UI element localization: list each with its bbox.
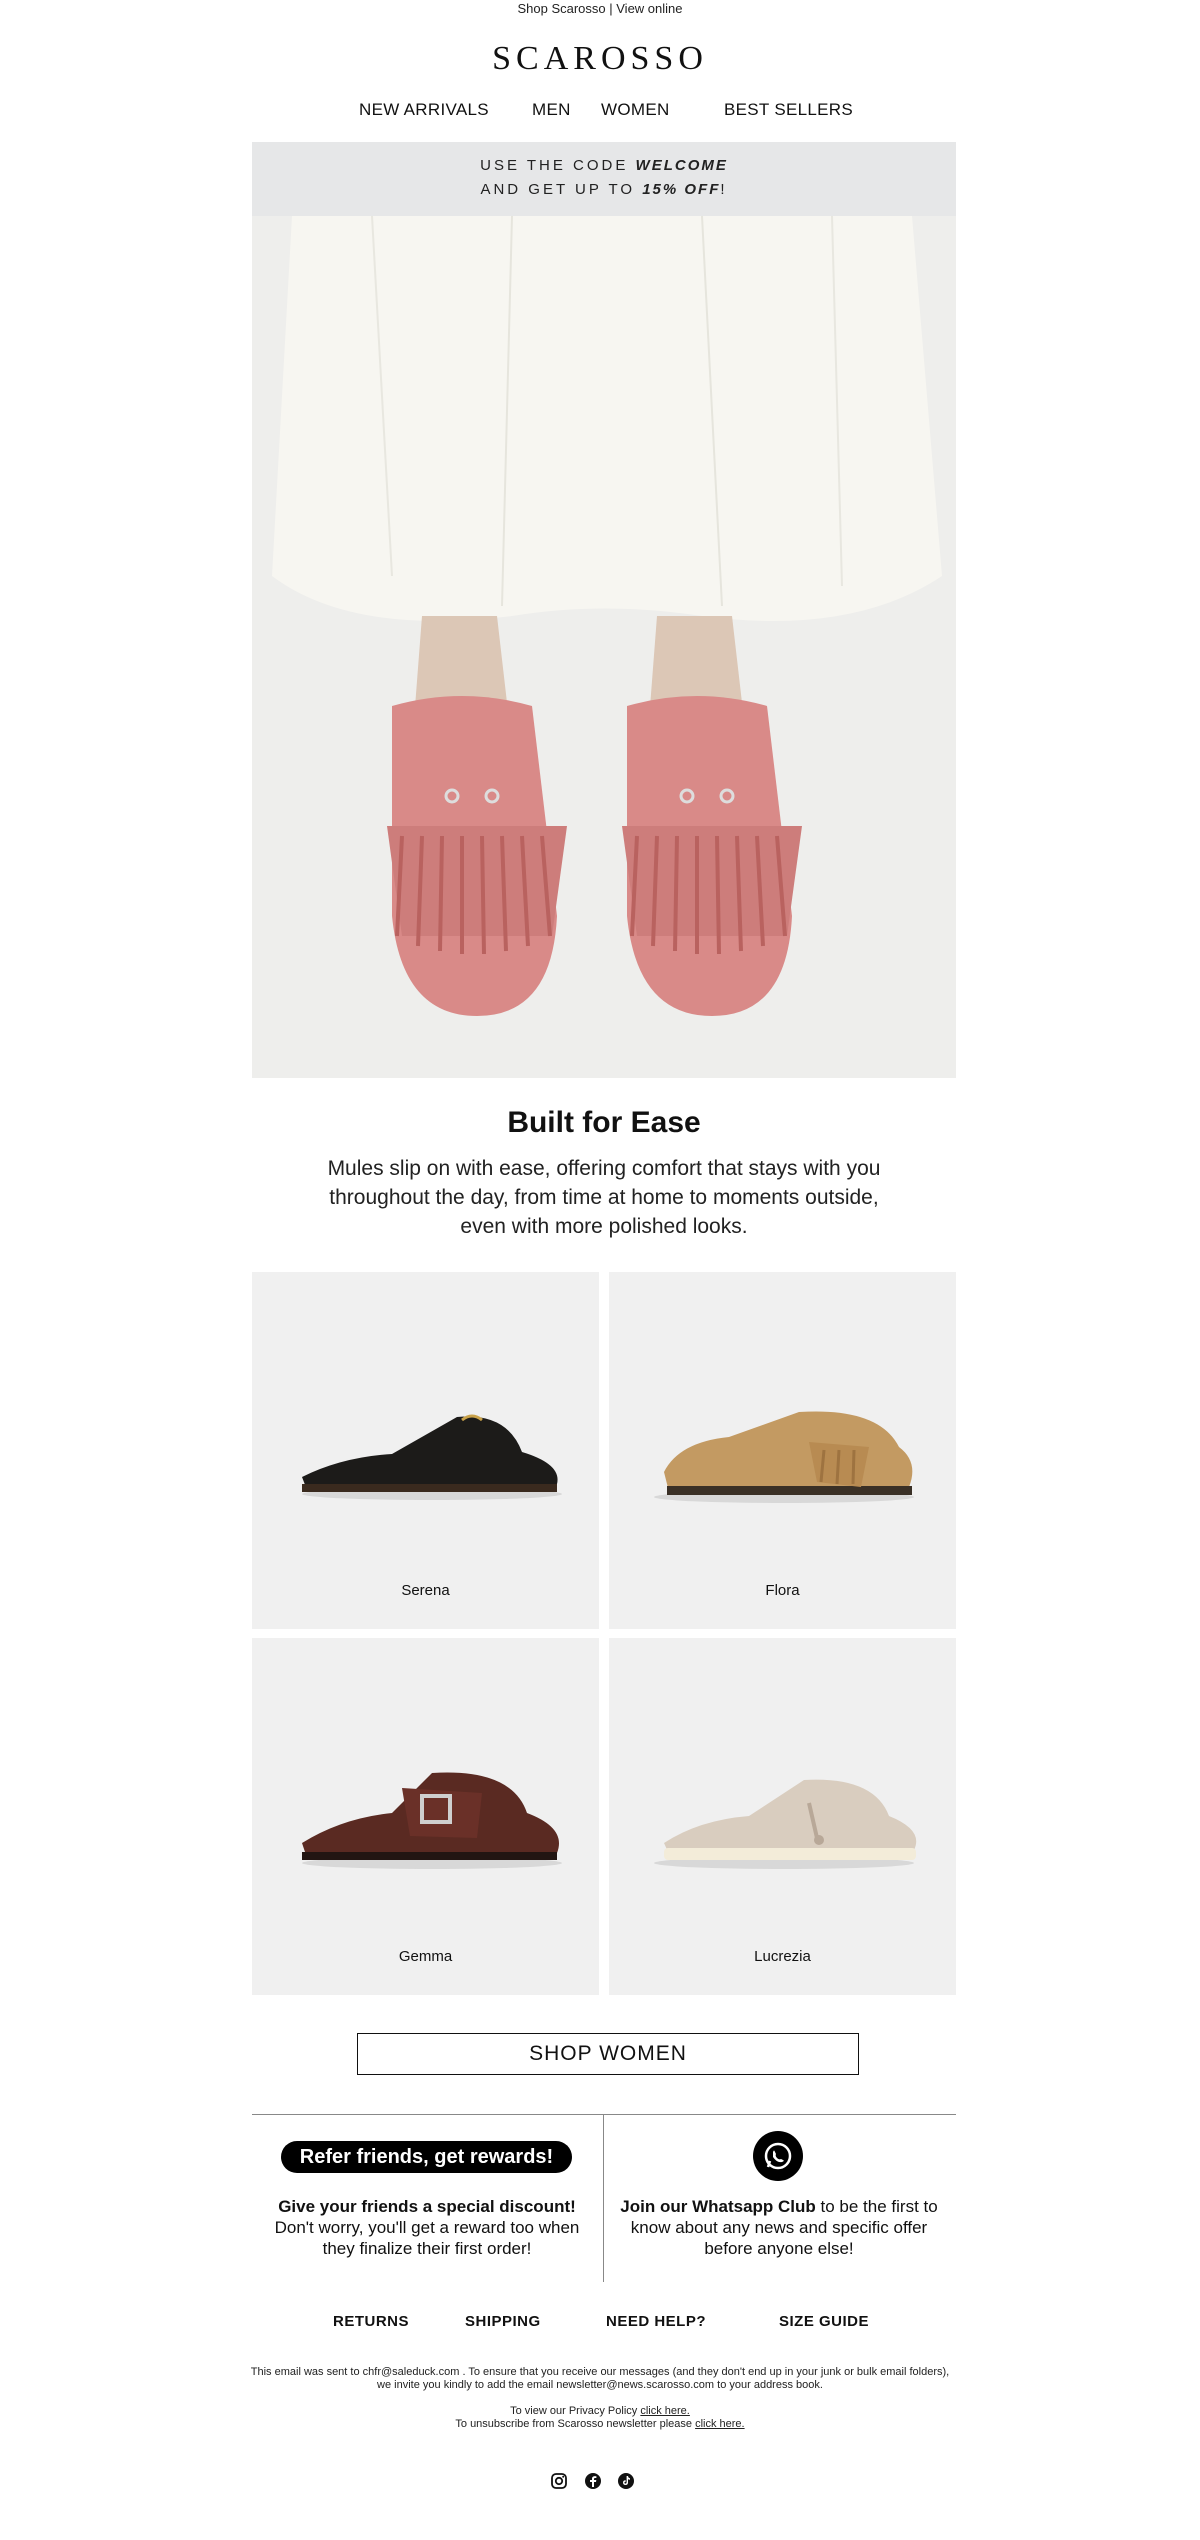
footer-returns-link[interactable]: RETURNS — [333, 2313, 409, 2330]
product-name: Flora — [765, 1582, 800, 1599]
privacy-line: To view our Privacy Policy click here. — [220, 2405, 980, 2418]
facebook-icon[interactable] — [584, 2472, 602, 2490]
whatsapp-bold[interactable]: Join our Whatsapp Club — [620, 2197, 816, 2216]
footer-size-guide-link[interactable]: SIZE GUIDE — [779, 2313, 869, 2330]
product-card-gemma[interactable]: Gemma — [252, 1638, 599, 1995]
footer-help-link[interactable]: NEED HELP? — [606, 2313, 706, 2330]
whatsapp-text: Join our Whatsapp Club to be the first t… — [620, 2196, 938, 2259]
promo-code: WELCOME — [635, 157, 728, 174]
product-image-lucrezia — [654, 1779, 917, 1869]
hero-illustration — [252, 216, 956, 1078]
refer-bold: Give your friends a special discount! — [278, 2197, 576, 2216]
whatsapp-glyph — [764, 2142, 792, 2170]
nav-men[interactable]: MEN — [532, 100, 571, 120]
promo-line-2: AND GET UP TO 15% OFF! — [252, 178, 956, 202]
section-title: Built for Ease — [507, 1106, 701, 1139]
promo-suffix: ! — [720, 181, 728, 198]
legal-line-1: This email was sent to chfr@saleduck.com… — [250, 2366, 950, 2378]
product-image-gemma — [302, 1772, 562, 1869]
preheader-separator: | — [605, 1, 617, 16]
view-online-link[interactable]: View online — [616, 1, 682, 16]
privacy-prefix: To view our Privacy Policy — [510, 2405, 641, 2417]
tiktok-icon[interactable] — [617, 2472, 635, 2490]
section-body: Mules slip on with ease, offering comfor… — [327, 1157, 881, 1238]
refer-text: Give your friends a special discount! Do… — [262, 2196, 592, 2259]
product-name: Serena — [401, 1582, 450, 1599]
product-name: Gemma — [398, 1948, 453, 1965]
privacy-policy-link[interactable]: click here. — [640, 2405, 690, 2417]
nav-best-sellers[interactable]: BEST SELLERS — [724, 100, 853, 120]
preheader: Shop Scarosso | View online — [0, 0, 1200, 18]
policy-links: To view our Privacy Policy click here. T… — [220, 2405, 980, 2431]
main-nav: NEW ARRIVALS MEN WOMEN BEST SELLERS — [0, 100, 1200, 122]
footer-shipping-link[interactable]: SHIPPING — [465, 2313, 541, 2330]
section-divider — [252, 2114, 956, 2115]
hero-image[interactable] — [252, 216, 956, 1078]
whatsapp-icon[interactable] — [753, 2131, 803, 2181]
instagram-icon[interactable] — [550, 2472, 568, 2490]
unsubscribe-prefix: To unsubscribe from Scarosso newsletter … — [455, 2418, 696, 2430]
product-image-serena — [302, 1414, 562, 1500]
product-image-flora — [654, 1411, 914, 1503]
promo-discount: 15% OFF — [642, 181, 721, 198]
product-name: Lucrezia — [754, 1948, 811, 1965]
column-divider — [603, 2114, 604, 2282]
shop-women-button[interactable]: SHOP WOMEN — [357, 2033, 859, 2075]
promo-line-1: USE THE CODE WELCOME — [252, 142, 956, 178]
brand-logo[interactable]: SCAROSSO — [0, 40, 1200, 78]
legal-line-2: we invite you kindly to add the email ne… — [377, 2379, 823, 2391]
nav-new-arrivals[interactable]: NEW ARRIVALS — [359, 100, 489, 120]
shop-scarosso-link[interactable]: Shop Scarosso — [517, 1, 605, 16]
promo-banner[interactable]: USE THE CODE WELCOME AND GET UP TO 15% O… — [252, 142, 956, 216]
refer-friends-button[interactable]: Refer friends, get rewards! — [281, 2141, 572, 2173]
legal-notice: This email was sent to chfr@saleduck.com… — [220, 2366, 980, 2392]
promo-prefix-2: AND GET UP TO — [480, 181, 643, 198]
product-card-lucrezia[interactable]: Lucrezia — [609, 1638, 956, 1995]
nav-women[interactable]: WOMEN — [601, 100, 670, 120]
product-card-serena[interactable]: Serena — [252, 1272, 599, 1629]
promo-prefix: USE THE CODE — [480, 157, 636, 174]
product-card-flora[interactable]: Flora — [609, 1272, 956, 1629]
refer-body: Don't worry, you'll get a reward too whe… — [274, 2218, 580, 2258]
unsubscribe-line: To unsubscribe from Scarosso newsletter … — [220, 2418, 980, 2431]
unsubscribe-link[interactable]: click here. — [695, 2418, 745, 2430]
